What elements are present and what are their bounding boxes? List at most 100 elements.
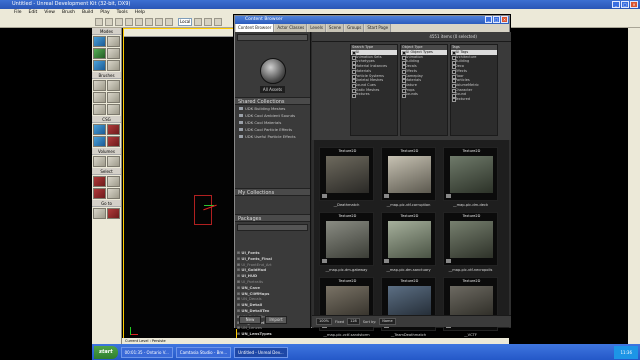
menu-edit[interactable]: Edit [29,9,38,17]
mesh-paint-button[interactable] [93,60,106,71]
translate-icon[interactable] [194,18,203,26]
cone-brush-button[interactable] [107,80,120,91]
scale-icon[interactable] [214,18,223,26]
paste-icon[interactable] [165,18,173,26]
csg-add-button[interactable] [93,124,106,135]
goto-actor-button[interactable] [93,208,106,219]
maximize-button[interactable]: □ [621,1,629,8]
all-assets-button[interactable]: All Assets [258,45,288,93]
window-title-bar[interactable]: Untitled - Unreal Development Kit (32-bi… [0,0,640,9]
content-browser-window[interactable]: Content Browser _ □ × Content Browser Ac… [234,15,511,337]
select-all-button[interactable] [107,188,120,199]
collection-item[interactable]: UDK Building Meshes [235,105,310,112]
tab-levels[interactable]: Levels [308,24,326,32]
current-level-text: Current Level : Persiste [125,339,166,343]
collection-item[interactable]: UDK Cool Materials [235,119,310,126]
asset-type-label: Texture2D [400,279,419,283]
asset-thumbnail[interactable]: Texture2D [319,212,374,266]
collection-item[interactable]: UDK Cool Particle Effects [235,126,310,133]
volume-list-button[interactable] [107,156,120,167]
coordinate-mode-dropdown[interactable]: Local [178,18,193,26]
package-item[interactable]: UN_LensTypes [237,331,295,337]
content-browser-bottom-bar: 100% Fixed 128 Sort by: Name [312,315,511,327]
system-tray-clock[interactable]: 11:36 [614,345,638,359]
menu-file[interactable]: File [14,9,22,17]
asset-thumbnail[interactable]: Texture2D [381,147,436,201]
close-button[interactable]: × [630,1,638,8]
tab-actor-classes[interactable]: Actor Classes [275,24,308,32]
save-icon[interactable] [115,18,123,26]
open-icon[interactable] [105,18,113,26]
stairs-brush-button[interactable] [107,92,120,103]
tab-content-browser[interactable]: Content Browser [236,24,275,32]
new-icon[interactable] [95,18,103,26]
geometry-mode-button[interactable] [107,36,120,47]
right-viewport[interactable] [509,28,640,344]
import-button[interactable]: Import [265,316,287,324]
perspective-viewport[interactable] [123,28,237,344]
menu-view[interactable]: View [44,9,55,17]
menu-tools[interactable]: Tools [117,9,128,17]
menu-play[interactable]: Play [100,9,109,17]
cb-maximize-button[interactable]: □ [493,16,500,23]
terrain-mode-button[interactable] [93,48,106,59]
asset-thumbnail[interactable]: Texture2D [443,212,498,266]
cb-close-button[interactable]: × [501,16,508,23]
cube-brush-button[interactable] [93,80,106,91]
redo-icon[interactable] [135,18,143,26]
packages-search-input[interactable] [237,224,308,231]
sphere-brush-button[interactable] [107,104,120,115]
csg-subtract-button[interactable] [107,124,120,135]
asset-search-bar[interactable]: 4551 items (0 selected) [312,32,511,42]
menu-brush[interactable]: Brush [62,9,75,17]
asset-thumbnail[interactable]: Texture2D [381,212,436,266]
fracture-mode-button[interactable] [107,60,120,71]
select-inverse-button[interactable] [107,176,120,187]
asset-name-label: __map-pic-vctf-sandstorm [323,333,370,337]
menu-help[interactable]: Help [135,9,145,17]
content-browser-title-bar[interactable]: Content Browser _ □ × [235,16,509,24]
my-collections-header[interactable]: My Collections [235,188,310,196]
copy-icon[interactable] [155,18,163,26]
taskbar-item[interactable]: 00:01:35 - Ontario V... [120,346,173,358]
zoom-value[interactable]: 100% [316,318,333,325]
collections-search-input[interactable] [237,34,308,41]
filter-checkbox[interactable]: Sounds [401,92,447,98]
rotate-icon[interactable] [204,18,213,26]
csg-intersect-button[interactable] [93,136,106,147]
shared-collections-header[interactable]: Shared Collections [235,97,310,105]
show-all-button[interactable] [93,188,106,199]
cut-icon[interactable] [145,18,153,26]
asset-thumbnail[interactable]: Texture2D [319,147,374,201]
tab-start-page[interactable]: Start Page [365,24,392,32]
viewport-toolbar[interactable] [124,29,236,37]
collection-item[interactable]: UDK Useful Particle Effects [235,133,310,140]
undo-icon[interactable] [125,18,133,26]
filter-checkbox[interactable]: Textures [351,92,397,98]
csg-deintersect-button[interactable] [107,136,120,147]
tab-groups[interactable]: Groups [345,24,365,32]
camera-mode-button[interactable] [93,36,106,47]
taskbar-item[interactable]: Camtasia Studio - Bre... [175,346,232,358]
texture-type-icon [322,194,327,198]
start-button[interactable]: start [94,345,118,359]
taskbar-item[interactable]: Untitled - Unreal Dev... [234,346,288,358]
hide-selected-button[interactable] [93,176,106,187]
sheet-brush-button[interactable] [93,104,106,115]
filter-checkbox[interactable]: Textured [451,97,497,102]
asset-thumbnail-grid[interactable]: Texture2D __Deathmatch Texture2D __map-pic-… [314,140,509,337]
goto-builder-button[interactable] [107,208,120,219]
asset-thumbnail[interactable]: Texture2D [443,147,498,201]
thumbnail-size-dropdown[interactable]: 128 [347,318,360,325]
collection-item[interactable]: UDK Cool Ambient Sounds [235,112,310,119]
new-package-button[interactable]: New [239,316,261,324]
cb-minimize-button[interactable]: _ [485,16,492,23]
packages-header[interactable]: Packages [235,214,310,222]
tab-scene[interactable]: Scene [326,24,345,32]
texture-mode-button[interactable] [107,48,120,59]
volume-button[interactable] [93,156,106,167]
minimize-button[interactable]: _ [612,1,620,8]
menu-build[interactable]: Build [82,9,93,17]
sort-dropdown[interactable]: Name [379,318,396,325]
cylinder-brush-button[interactable] [93,92,106,103]
